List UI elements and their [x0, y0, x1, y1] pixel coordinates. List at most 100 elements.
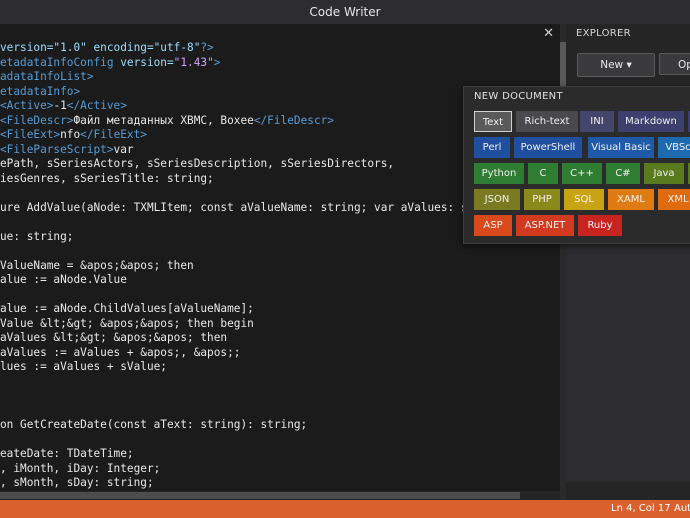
code-line[interactable] [0, 215, 488, 230]
open-button[interactable]: Op [659, 53, 690, 75]
code-line[interactable]: on GetCreateDate(const aText: string): s… [0, 418, 488, 433]
code-line[interactable]: aValues := aValues + &apos;, &apos;; [0, 346, 488, 361]
code-token: alue := aNode.ChildValues[aValueName]; [0, 302, 254, 315]
code-token: ValueName = &apos;&apos; then [0, 258, 194, 272]
code-line[interactable] [0, 433, 488, 448]
doc-type-vbsc[interactable]: VBSc [658, 137, 690, 158]
doc-type-text[interactable]: Text [474, 111, 512, 132]
explorer-tree[interactable] [566, 242, 690, 482]
code-token: nfo [60, 128, 81, 141]
code-line[interactable]: Value &lt;&gt; &apos;&apos; then begin [0, 317, 488, 332]
code-token: </Active> [66, 99, 127, 112]
code-token: ePath, sSeriesActors, sSeriesDescription… [0, 157, 395, 170]
code-line[interactable]: adataInfoList> [0, 70, 488, 85]
code-token: </FileDescr> [253, 113, 334, 127]
new-document-popup: NEW DOCUMENT Text Rich-text INI Markdown Per… [463, 86, 690, 244]
doc-type-asp-net[interactable]: ASP.NET [516, 215, 574, 236]
code-text[interactable]: version="1.0" encoding="utf-8"?> etadataI… [0, 41, 488, 491]
code-line[interactable] [0, 186, 488, 201]
code-token: on GetCreateDate(const aText: string): s… [0, 418, 308, 431]
doc-type-json[interactable]: JSON [474, 189, 520, 210]
doc-type-asp[interactable]: ASP [474, 215, 512, 236]
code-token: -1 [53, 99, 67, 112]
code-line[interactable] [0, 375, 488, 390]
code-token: ure AddValue(aNode: TXMLItem; const aVal… [0, 200, 488, 214]
encoding-indicator[interactable]: Aut [674, 500, 690, 518]
code-token: <FileExt> [0, 128, 61, 141]
code-token: alue := aNode.Value [0, 273, 127, 286]
code-token: etadataInfoConfig [0, 55, 114, 69]
code-line[interactable]: ue: string; [0, 230, 488, 245]
doc-type-c[interactable]: C++ [562, 163, 602, 184]
code-line[interactable]: etadataInfo> [0, 85, 488, 100]
code-token: eateDate: TDateTime; [0, 447, 134, 460]
code-token: , iMonth, iDay: Integer; [0, 461, 161, 475]
doc-type-sql[interactable]: SQL [564, 189, 604, 210]
doc-type-xaml[interactable]: XAML [608, 189, 654, 210]
code-line[interactable]: <FileExt>nfo</FileExt> [0, 128, 488, 143]
code-token: ue: string; [0, 229, 74, 243]
window-title: Code Writer [0, 0, 690, 24]
code-line[interactable]: aValues &lt;&gt; &apos;&apos; then [0, 331, 488, 346]
code-line[interactable]: <FileParseScript>var [0, 143, 488, 158]
code-line[interactable]: alue := aNode.Value [0, 273, 488, 288]
doc-type-xml[interactable]: XML [658, 189, 690, 210]
popup-title: NEW DOCUMENT [474, 91, 563, 102]
code-line[interactable]: ValueName = &apos;&apos; then [0, 259, 488, 274]
doc-type-visual-basic[interactable]: Visual Basic [588, 137, 654, 158]
code-line[interactable]: , sMonth, sDay: string; [0, 476, 488, 491]
code-token: version="1.0" encoding="utf-8" [0, 41, 201, 54]
code-line[interactable]: iesGenres, sSeriesTitle: string; [0, 172, 488, 187]
doc-type-markdown[interactable]: Markdown [618, 111, 684, 132]
doc-type-ruby[interactable]: Ruby [578, 215, 622, 236]
doc-type-java[interactable]: Java [644, 163, 684, 184]
code-token: </FileExt> [80, 128, 147, 141]
code-line[interactable]: lues := aValues + sValue; [0, 360, 488, 375]
code-token: Value &lt;&gt; &apos;&apos; then begin [0, 316, 254, 330]
code-token: aValues := aValues + &apos;, &apos;; [0, 345, 241, 359]
code-token: var [113, 142, 134, 156]
code-line[interactable] [0, 244, 488, 259]
doc-type-python[interactable]: Python [474, 163, 524, 184]
code-line[interactable] [0, 288, 488, 303]
explorer-title: EXPLORER [576, 28, 631, 39]
code-token: <FileParseScript> [0, 142, 114, 156]
code-line[interactable]: version="1.0" encoding="utf-8"?> [0, 41, 488, 56]
code-line[interactable]: ure AddValue(aNode: TXMLItem; const aVal… [0, 201, 488, 216]
new-document-button[interactable]: New ▾ [577, 53, 655, 77]
doc-type-c[interactable]: C# [606, 163, 640, 184]
code-token: > [213, 55, 221, 69]
close-tab-icon[interactable]: ✕ [543, 26, 554, 42]
doc-type-php[interactable]: PHP [524, 189, 560, 210]
code-token: , sMonth, sDay: string; [0, 476, 154, 489]
doc-type-ini[interactable]: INI [580, 111, 614, 132]
code-token: "1.43" [173, 55, 214, 69]
doc-type-rich-text[interactable]: Rich-text [516, 111, 578, 132]
code-token: Файл метаданных XBMC, Boxee [73, 113, 254, 127]
doc-type-perl[interactable]: Perl [474, 137, 510, 158]
code-line[interactable]: eateDate: TDateTime; [0, 447, 488, 462]
code-token: adataInfoList> [0, 70, 94, 83]
code-line[interactable] [0, 404, 488, 419]
code-token: iesGenres, sSeriesTitle: string; [0, 171, 214, 185]
code-token: <Active> [0, 99, 54, 112]
code-token: aValues &lt;&gt; &apos;&apos; then [0, 331, 228, 344]
doc-type-powershell[interactable]: PowerShell [514, 137, 582, 158]
cursor-position: Ln 4, Col 17 [611, 503, 671, 514]
code-line[interactable]: , iMonth, iDay: Integer; [0, 462, 488, 477]
code-line[interactable]: etadataInfoConfig version="1.43"> [0, 56, 488, 71]
scrollbar-thumb[interactable] [0, 492, 520, 499]
doc-type-c[interactable]: C [528, 163, 558, 184]
editor-horizontal-scrollbar[interactable] [0, 491, 560, 500]
code-token: etadataInfo> [0, 84, 81, 98]
status-bar: Ln 4, Col 17 Aut [0, 500, 690, 518]
code-line[interactable]: alue := aNode.ChildValues[aValueName]; [0, 302, 488, 317]
code-token: ?> [200, 41, 214, 54]
code-line[interactable]: ePath, sSeriesActors, sSeriesDescription… [0, 157, 488, 172]
code-line[interactable]: <FileDescr>Файл метаданных XBMC, Boxee</… [0, 114, 488, 129]
code-token: <FileDescr> [0, 113, 74, 127]
code-line[interactable] [0, 389, 488, 404]
code-token: lues := aValues + sValue; [0, 360, 167, 373]
code-token: version= [113, 55, 174, 69]
code-line[interactable]: <Active>-1</Active> [0, 99, 488, 114]
